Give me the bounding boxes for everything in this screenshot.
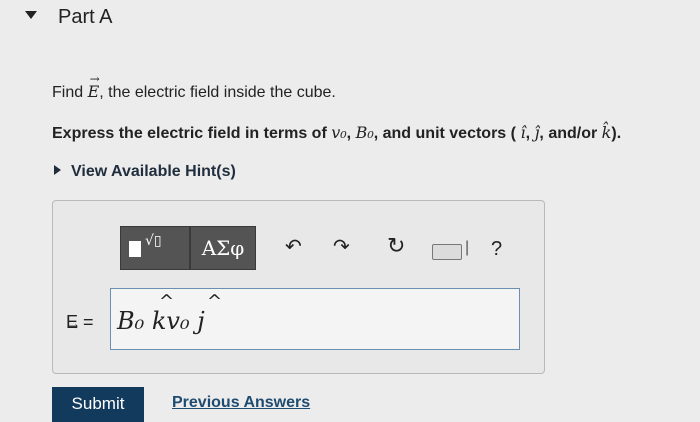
part-title: Part A (58, 6, 113, 28)
var-v0: v₀ (331, 123, 347, 142)
unit-k: k̂ (601, 123, 612, 142)
greek-symbols-button[interactable]: ΑΣφ (190, 226, 256, 270)
templates-label: √▯ (145, 233, 162, 249)
question-find: Find → E, the electric field inside the c… (52, 72, 336, 102)
submit-button[interactable]: Submit (52, 387, 144, 422)
previous-answers-link[interactable]: Previous Answers (172, 394, 310, 412)
unit-i: î (520, 123, 526, 142)
var-B0: B₀ (355, 123, 374, 142)
question-express: Express the electric field in terms of v… (52, 123, 622, 142)
find-suffix: , the electric field inside the cube. (99, 84, 336, 101)
find-prefix: Find (52, 84, 84, 101)
reset-icon[interactable]: ↻ (387, 233, 405, 259)
toolbar-separator: | (465, 239, 470, 256)
template-box-icon (129, 241, 141, 257)
keyboard-icon[interactable] (432, 244, 462, 260)
collapse-triangle-icon[interactable] (25, 11, 37, 19)
expand-triangle-icon (54, 165, 61, 176)
answer-expression: B₀ kv₀ j (117, 307, 205, 335)
answer-lhs: → E = (66, 312, 94, 333)
redo-icon[interactable]: ↷ (333, 234, 350, 259)
undo-icon[interactable]: ↶ (285, 234, 302, 259)
part-header[interactable]: Part A (0, 0, 700, 36)
help-button[interactable]: ? (491, 238, 502, 261)
templates-button[interactable]: √▯ (120, 226, 190, 270)
hat-icon: ^ (207, 291, 223, 312)
view-hints-link[interactable]: View Available Hint(s) (54, 163, 236, 181)
electric-field-symbol: → E (87, 72, 100, 101)
answer-input[interactable]: ^ ^ B₀ kv₀ j (110, 288, 520, 350)
